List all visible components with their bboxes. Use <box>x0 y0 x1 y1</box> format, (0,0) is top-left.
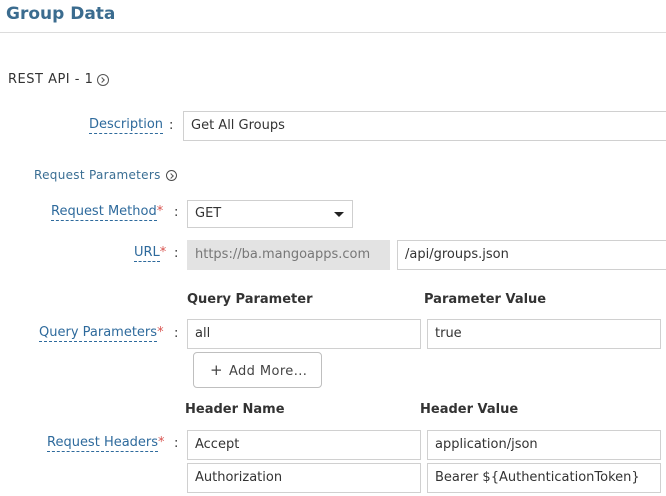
add-more-label: Add More... <box>228 364 308 379</box>
request-headers-label-group: Request Headers * <box>47 435 165 452</box>
query-parameter-header: Query Parameter <box>187 292 313 307</box>
request-headers-colon: : <box>174 436 179 451</box>
header-value-header: Header Value <box>420 402 519 417</box>
request-method-select[interactable]: GET <box>187 200 353 228</box>
chevron-right-circle-icon[interactable] <box>97 73 110 86</box>
section-header: REST API - 1 <box>8 72 110 87</box>
page-title: Group Data <box>6 4 116 24</box>
description-input[interactable]: Get All Groups <box>183 111 666 141</box>
description-label[interactable]: Description <box>89 117 164 134</box>
query-parameter-name-input[interactable]: all <box>187 319 421 349</box>
header-name-input[interactable]: Accept <box>187 430 421 460</box>
request-parameters-title: Request Parameters <box>34 168 161 182</box>
url-label-group: URL * <box>134 245 166 262</box>
request-method-colon: : <box>174 205 179 220</box>
add-more-button[interactable]: + Add More... <box>193 352 322 388</box>
title-divider <box>0 32 666 33</box>
url-colon: : <box>174 246 179 261</box>
request-method-label[interactable]: Request Method <box>51 204 157 221</box>
request-method-label-group: Request Method * <box>51 204 163 221</box>
query-parameters-label-group: Query Parameters * <box>39 325 164 342</box>
url-path-input[interactable]: /api/groups.json <box>397 240 666 270</box>
url-base-input: https://ba.mangoapps.com <box>187 240 390 270</box>
required-marker: * <box>156 204 164 219</box>
request-method-value: GET <box>195 206 222 221</box>
chevron-down-icon <box>334 212 344 217</box>
query-parameters-label[interactable]: Query Parameters <box>39 325 158 342</box>
request-parameters-header: Request Parameters <box>34 168 177 182</box>
header-name-header: Header Name <box>185 402 285 417</box>
header-value-input[interactable]: application/json <box>427 430 661 460</box>
query-parameter-value-input[interactable]: true <box>427 319 661 349</box>
required-marker: * <box>157 325 164 340</box>
parameter-value-header: Parameter Value <box>424 292 547 307</box>
plus-icon: + <box>210 361 223 379</box>
section-title: REST API - 1 <box>8 72 94 87</box>
query-parameters-colon: : <box>174 326 179 341</box>
chevron-right-circle-icon[interactable] <box>165 169 177 181</box>
header-name-input[interactable]: Authorization <box>187 463 421 493</box>
header-value-input[interactable]: Bearer ${AuthenticationToken} <box>427 463 661 493</box>
required-marker: * <box>158 435 165 450</box>
request-headers-label[interactable]: Request Headers <box>47 435 159 452</box>
required-marker: * <box>159 245 167 260</box>
description-colon: : <box>169 118 174 133</box>
url-label[interactable]: URL <box>134 245 160 262</box>
